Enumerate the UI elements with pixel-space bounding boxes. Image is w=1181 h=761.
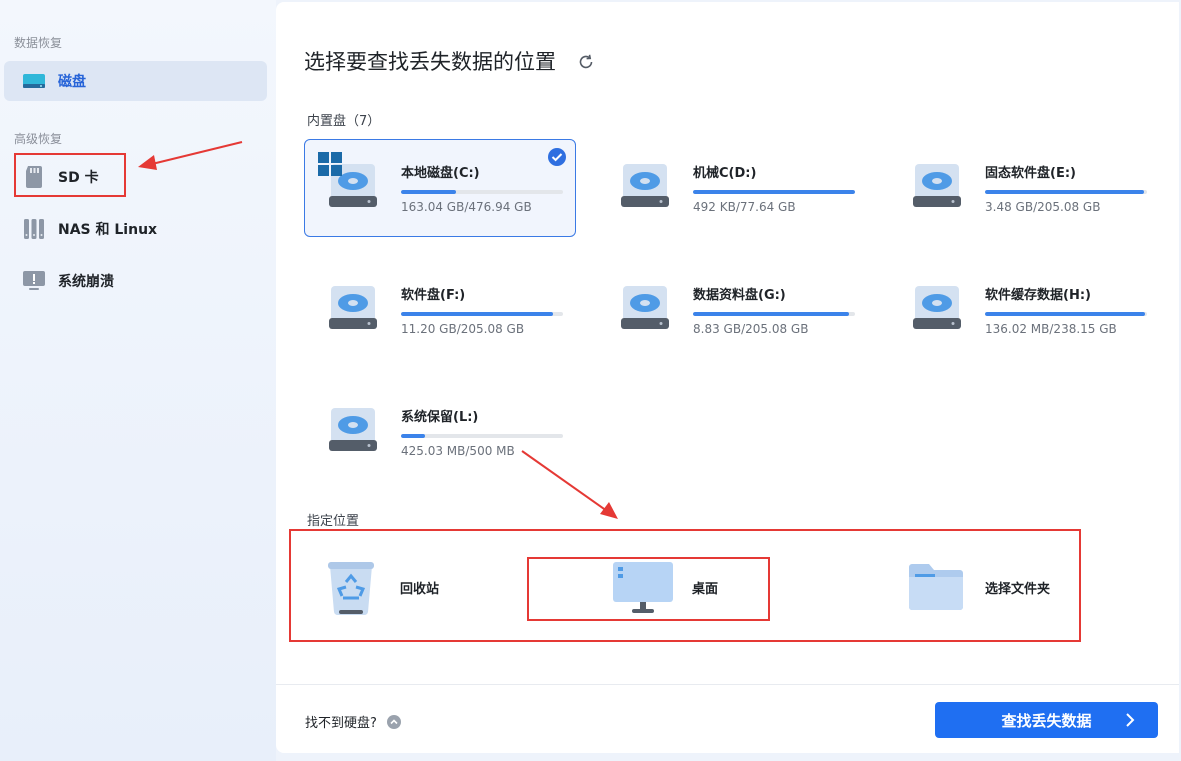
drive-usage-bar [985,190,1147,194]
sidebar-item-label: 系统崩溃 [58,274,114,290]
sidebar: 数据恢复 磁盘 高级恢复 SD 卡 NAS 和 Linux 系统崩溃 [0,0,276,761]
hard-drive-icon [329,286,377,329]
drive-e[interactable]: 固态软件盘(E:) 3.48 GB/205.08 GB [888,139,1160,237]
nas-icon [22,217,46,241]
drive-usage-bar [401,434,563,438]
drive-name: 固态软件盘(E:) [985,166,1076,181]
drive-usage-bar [401,190,563,194]
help-icon[interactable] [386,714,401,729]
drive-usage-fill [985,312,1146,316]
scan-lost-data-button[interactable]: 查找丢失数据 [935,702,1158,738]
sidebar-item-label: 磁盘 [58,74,86,90]
drive-size: 492 KB/77.64 GB [693,200,796,214]
drive-l[interactable]: 系统保留(L:) 425.03 MB/500 MB [304,383,576,481]
drive-d[interactable]: 机械C(D:) 492 KB/77.64 GB [596,139,868,237]
sd-card-icon [22,165,46,189]
location-name: 选择文件夹 [985,581,1051,597]
location-select-folder[interactable]: 选择文件夹 [907,547,1137,627]
drive-name: 软件盘(F:) [401,288,466,303]
drive-usage-fill [401,312,554,316]
sidebar-item-disk[interactable]: 磁盘 [4,61,267,101]
drive-size: 163.04 GB/476.94 GB [401,200,532,214]
drive-name: 本地磁盘(C:) [401,166,480,181]
sidebar-item-label: NAS 和 Linux [58,222,158,238]
drive-name: 系统保留(L:) [401,410,479,425]
location-name: 桌面 [692,581,719,597]
drive-usage-bar [401,312,563,316]
system-crash-icon [22,269,46,293]
drive-usage-fill [693,312,849,316]
desktop-monitor-icon [613,562,673,613]
specified-location-label: 指定位置 [307,514,360,529]
hard-drive-icon [913,164,961,207]
drive-g[interactable]: 数据资料盘(G:) 8.83 GB/205.08 GB [596,261,868,359]
drive-size: 136.02 MB/238.15 GB [985,322,1117,336]
chevron-right-icon [1126,713,1135,727]
drive-usage-fill [401,434,426,438]
sidebar-item-nas-linux[interactable]: NAS 和 Linux [4,209,267,249]
hard-drive-icon [621,164,669,207]
drive-name: 机械C(D:) [693,166,757,181]
drive-usage-fill [985,190,1144,194]
location-desktop[interactable]: 桌面 [612,547,812,627]
sidebar-item-sd-card[interactable]: SD 卡 [4,157,267,197]
refresh-icon[interactable] [576,52,596,72]
internal-drives-label: 内置盘（7） [307,114,381,129]
drive-size: 8.83 GB/205.08 GB [693,322,809,336]
cant-find-disk-label: 找不到硬盘? [305,716,377,731]
hard-drive-icon [329,408,377,451]
section-advanced-recovery: 高级恢复 [14,132,63,146]
drive-size: 425.03 MB/500 MB [401,444,515,458]
cant-find-disk-link[interactable]: 找不到硬盘? [305,712,401,731]
hard-drive-icon [621,286,669,329]
location-recycle-bin[interactable]: 回收站 [326,547,526,627]
footer-divider [276,684,1179,685]
drive-f[interactable]: 软件盘(F:) 11.20 GB/205.08 GB [304,261,576,359]
section-data-recovery: 数据恢复 [14,36,63,50]
hard-drive-icon [913,286,961,329]
page-title: 选择要查找丢失数据的位置 [304,50,556,74]
drive-usage-bar [693,312,855,316]
drive-size: 11.20 GB/205.08 GB [401,322,525,336]
drive-usage-fill [401,190,457,194]
sidebar-item-system-crash[interactable]: 系统崩溃 [4,261,267,301]
drive-name: 软件缓存数据(H:) [985,288,1091,303]
recycle-bin-icon [328,562,374,616]
drive-h[interactable]: 软件缓存数据(H:) 136.02 MB/238.15 GB [888,261,1160,359]
drive-usage-bar [985,312,1147,316]
location-name: 回收站 [400,581,440,597]
drive-name: 数据资料盘(G:) [693,288,786,303]
drive-c[interactable]: 本地磁盘(C:) 163.04 GB/476.94 GB [304,139,576,237]
drive-usage-fill [693,190,855,194]
disk-icon [22,69,46,93]
folder-icon [909,564,963,610]
sidebar-item-label: SD 卡 [58,170,99,186]
scan-button-label: 查找丢失数据 [1001,711,1092,730]
main-panel: 选择要查找丢失数据的位置 内置盘（7） 本地磁盘(C:) 163.04 GB/4… [276,2,1179,753]
drive-size: 3.48 GB/205.08 GB [985,200,1101,214]
drive-usage-bar [693,190,855,194]
checkmark-icon [548,148,566,166]
windows-logo-icon [318,152,342,176]
